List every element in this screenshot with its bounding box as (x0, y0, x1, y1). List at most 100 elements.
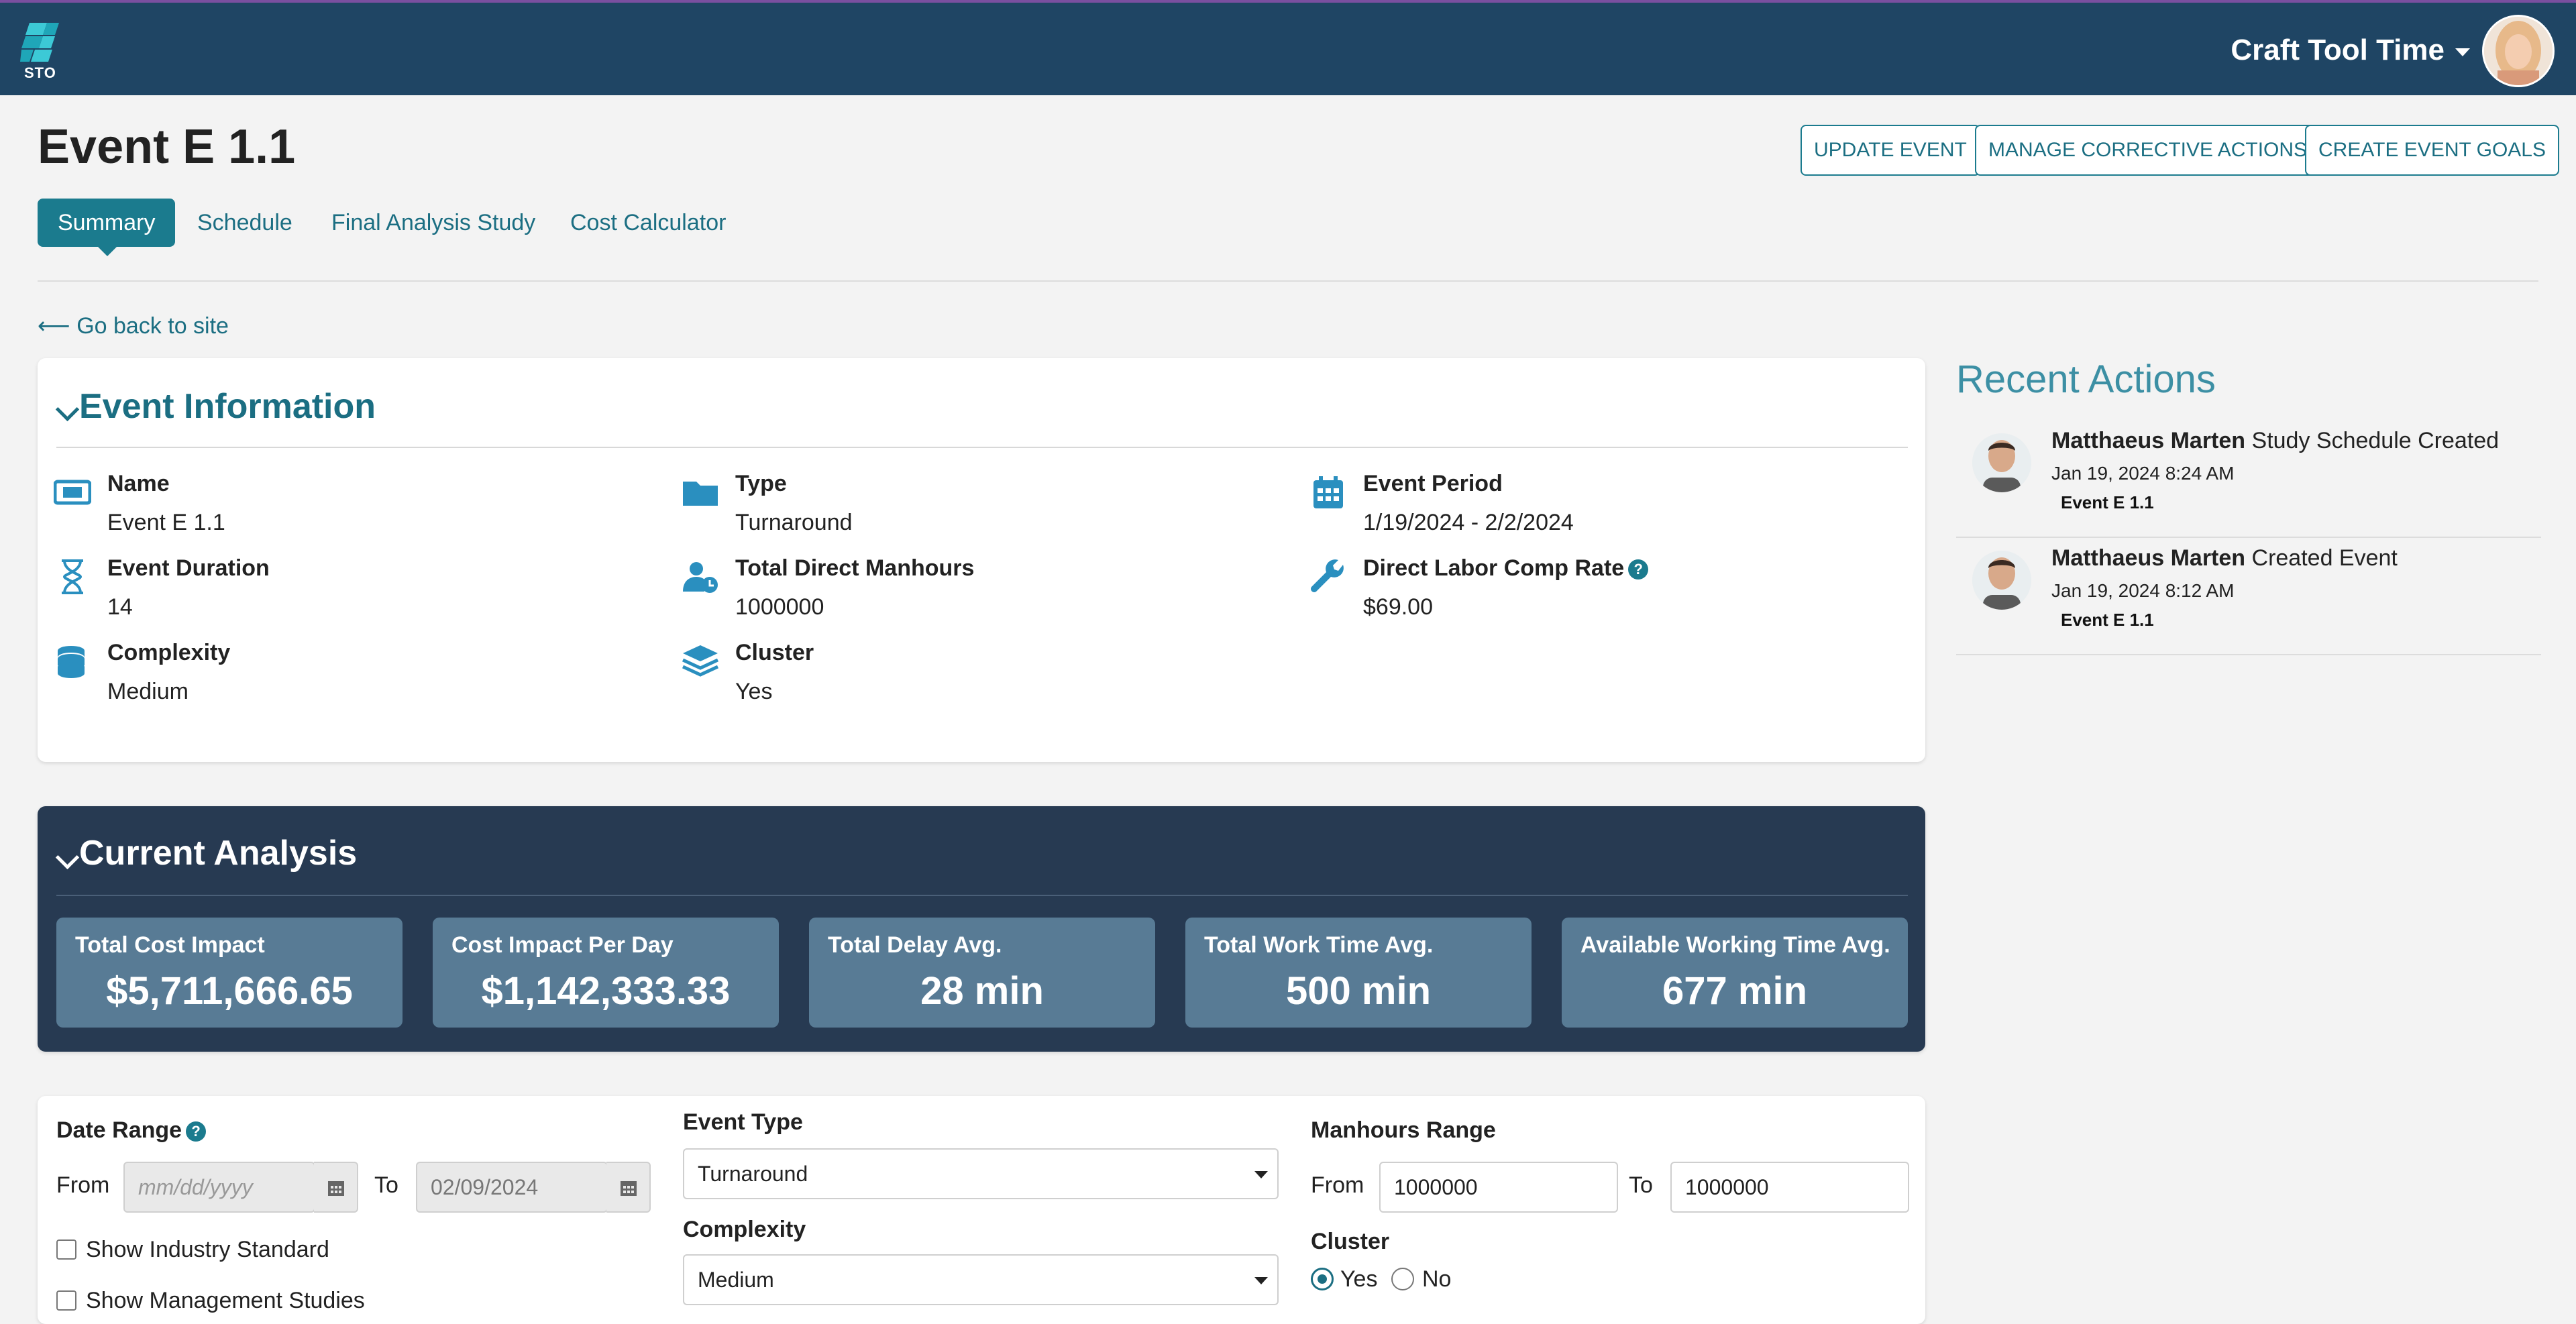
actor-name: Matthaeus Marten (2051, 428, 2246, 453)
tab-final-analysis-study[interactable]: Final Analysis Study (331, 199, 535, 247)
recent-action-text: Matthaeus Marten Study Schedule Created (2051, 428, 2499, 454)
page-title: Event E 1.1 (38, 120, 296, 174)
action-event-link[interactable]: Event E 1.1 (2061, 492, 2154, 513)
date-range-label-text: Date Range (56, 1117, 182, 1143)
wrench-icon (1311, 559, 1344, 592)
cluster-no-radio[interactable] (1391, 1268, 1414, 1290)
user-clock-icon (683, 562, 718, 593)
show-management-studies-label: Show Management Studies (86, 1288, 365, 1313)
action-timestamp: Jan 19, 2024 8:12 AM (2051, 580, 2235, 601)
info-label: Complexity (107, 640, 231, 665)
info-label: Total Direct Manhours (735, 555, 975, 581)
metric-available-working-time-avg: Available Working Time Avg. 677 min (1562, 918, 1908, 1028)
recent-action-item: Matthaeus Marten Study Schedule Created … (1956, 420, 2541, 538)
tab-summary[interactable]: Summary (38, 199, 176, 247)
date-to-label: To (374, 1172, 398, 1198)
action-description: Created Event (2251, 545, 2398, 571)
action-event-link[interactable]: Event E 1.1 (2061, 610, 2154, 630)
avatar (1972, 433, 2031, 492)
help-icon[interactable]: ? (1628, 559, 1649, 580)
current-analysis-title[interactable]: Current Analysis (79, 833, 357, 873)
manage-corrective-actions-button[interactable]: MANAGE CORRECTIVE ACTIONS (1975, 125, 2321, 176)
event-information-title[interactable]: Event Information (79, 386, 376, 427)
tab-cost-calculator[interactable]: Cost Calculator (570, 199, 726, 247)
date-from-calendar-button[interactable] (314, 1162, 358, 1213)
event-type-selected: Turnaround (698, 1162, 808, 1186)
create-event-goals-button[interactable]: CREATE EVENT GOALS (2305, 125, 2559, 176)
recent-actions-title: Recent Actions (1956, 357, 2216, 401)
avatar (1972, 551, 2031, 610)
complexity-selected: Medium (698, 1268, 774, 1292)
info-label: Direct Labor Comp Rate? (1363, 555, 1649, 582)
collapse-chevron-icon[interactable] (55, 845, 80, 870)
collapse-chevron-icon[interactable] (55, 397, 80, 422)
person-photo-icon (1972, 433, 2031, 492)
metric-value: 500 min (1286, 969, 1431, 1013)
info-value: 1/19/2024 - 2/2/2024 (1363, 510, 1574, 535)
metric-value: $5,711,666.65 (106, 969, 353, 1013)
caret-down-icon (1254, 1277, 1268, 1284)
metric-label: Total Work Time Avg. (1204, 932, 1434, 958)
metric-value: 28 min (920, 969, 1044, 1013)
user-menu-name[interactable]: Craft Tool Time (2231, 34, 2445, 67)
calendar-icon (1313, 476, 1343, 508)
event-information-card: Event Information Name Event E 1.1 Type … (38, 358, 1925, 762)
date-to-calendar-button[interactable] (606, 1162, 651, 1213)
metric-total-cost-impact: Total Cost Impact $5,711,666.65 (56, 918, 402, 1028)
caret-down-icon (1254, 1171, 1268, 1178)
show-industry-standard-checkbox[interactable] (56, 1239, 76, 1260)
complexity-label: Complexity (683, 1217, 806, 1242)
manhours-to-input[interactable]: 1000000 (1670, 1162, 1909, 1213)
info-value: Turnaround (735, 510, 853, 535)
info-value: 1000000 (735, 594, 824, 620)
cluster-label: Cluster (1311, 1229, 1390, 1254)
calendar-icon (621, 1181, 637, 1196)
manhours-to-label: To (1629, 1172, 1653, 1198)
date-to-input[interactable]: 02/09/2024 (416, 1162, 608, 1213)
metric-label: Cost Impact Per Day (451, 932, 674, 958)
info-label-text: Direct Labor Comp Rate (1363, 555, 1625, 581)
action-description: Study Schedule Created (2251, 428, 2500, 453)
layers-icon (682, 645, 719, 677)
logo-text: STO (24, 64, 56, 81)
calendar-icon (328, 1181, 344, 1196)
recent-action-text: Matthaeus Marten Created Event (2051, 545, 2398, 571)
date-from-label: From (56, 1172, 110, 1198)
date-from-input[interactable]: mm/dd/yyyy (123, 1162, 315, 1213)
coins-icon (58, 646, 85, 678)
event-type-select[interactable]: Turnaround (683, 1148, 1279, 1199)
info-label: Type (735, 471, 787, 496)
info-label: Name (107, 471, 170, 496)
info-value: Medium (107, 679, 189, 704)
user-avatar[interactable] (2482, 15, 2555, 87)
cluster-yes-radio[interactable] (1311, 1268, 1334, 1290)
info-value: 14 (107, 594, 133, 620)
hourglass-icon (62, 559, 83, 594)
top-navigation-bar: STO Craft Tool Time (0, 0, 2576, 95)
metric-label: Total Cost Impact (75, 932, 265, 958)
metric-label: Available Working Time Avg. (1580, 932, 1890, 958)
section-divider (56, 895, 1908, 896)
manhours-from-input[interactable]: 1000000 (1379, 1162, 1618, 1213)
metric-cost-impact-per-day: Cost Impact Per Day $1,142,333.33 (433, 918, 779, 1028)
caret-down-icon[interactable] (2455, 48, 2470, 56)
manhours-from-label: From (1311, 1172, 1364, 1198)
back-to-site-link[interactable]: ⟵ Go back to site (38, 313, 229, 339)
show-management-studies-checkbox[interactable] (56, 1290, 76, 1311)
help-icon[interactable]: ? (186, 1121, 207, 1142)
metric-value: $1,142,333.33 (481, 969, 731, 1013)
user-photo-icon (2484, 17, 2553, 85)
update-event-button[interactable]: UPDATE EVENT (1801, 125, 1980, 176)
info-value: Yes (735, 679, 773, 704)
ticket-icon (54, 480, 91, 505)
info-label: Event Period (1363, 471, 1503, 496)
info-label: Event Duration (107, 555, 270, 581)
header-divider (38, 280, 2538, 282)
tab-schedule[interactable]: Schedule (197, 199, 292, 247)
info-value: $69.00 (1363, 594, 1433, 620)
metric-total-work-time-avg: Total Work Time Avg. 500 min (1185, 918, 1532, 1028)
complexity-select[interactable]: Medium (683, 1254, 1279, 1305)
event-type-label: Event Type (683, 1109, 803, 1135)
active-tab-pointer (98, 247, 117, 256)
metric-value: 677 min (1662, 969, 1807, 1013)
